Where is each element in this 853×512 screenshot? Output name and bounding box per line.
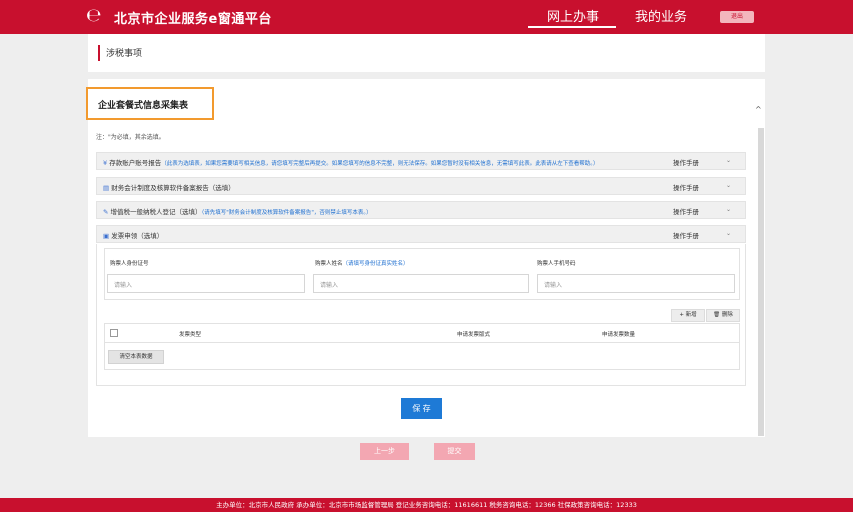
breadcrumb-accent-bar [98,45,100,61]
platform-title: 北京市企业服务e窗通平台 [114,12,272,27]
id-number-label: 购票人身份证号 [110,261,149,267]
required-note: 注："为必填，其余选填。 [96,134,165,141]
section-title: 发票申领（选填） [111,232,164,240]
section-title: 存款账户账号报告 [109,159,162,167]
add-row-button[interactable]: + 新增 [671,309,705,322]
breadcrumb-panel: 涉税事项 [88,34,765,72]
breadcrumb: 涉税事项 [106,49,143,59]
section-vat-registration[interactable]: ✎ 增值税一般纳税人登记（选填）（请先填写"财务会计制度及核算软件备案报告"，否… [96,201,746,219]
section-title: 财务会计制度及核算软件备案报告（选填） [111,184,235,192]
phone-input[interactable]: 请输入 [537,274,735,293]
platform-logo-icon: ℮ [86,5,102,26]
phone-label: 购票人手机号码 [537,261,576,267]
invoice-icon: ▣ [103,232,110,240]
submit-button[interactable]: 提交 [434,443,475,460]
column-invoice-format: 申请发票版式 [457,332,491,338]
manual-link[interactable]: 操作手册 [673,157,699,167]
edit-icon: ✎ [103,208,109,216]
logout-button[interactable]: 退出 [720,11,754,23]
chevron-down-icon[interactable]: ⌄ [726,157,731,164]
buyer-name-hint: （请填写身份证真实姓名） [342,261,409,267]
nav-my-business[interactable]: 我的业务 [626,6,696,25]
manual-link[interactable]: 操作手册 [673,182,699,192]
vertical-scrollbar[interactable] [758,128,764,436]
column-invoice-type: 发票类型 [179,332,202,338]
delete-row-button[interactable]: 🗑 删除 [706,309,740,322]
nav-active-indicator [528,26,616,28]
yuan-icon: ¥ [103,159,108,167]
buyer-name-input[interactable]: 请输入 [313,274,529,293]
column-invoice-quantity: 申请发票数量 [602,332,636,338]
section-deposit-account[interactable]: ¥ 存款账户账号报告（此表为选填表，如果您需要填写相关信息，请您填写完整后再提交… [96,152,746,170]
section-accounting-system[interactable]: ▤ 财务会计制度及核算软件备案报告（选填） 操作手册 ⌄ [96,177,746,195]
previous-step-button[interactable]: 上一步 [360,443,409,460]
footer-info: 主办单位：北京市人民政府 承办单位：北京市市场监督管理局 登记业务咨询电话：11… [0,498,853,512]
nav-online-affairs[interactable]: 网上办事 [530,6,616,25]
section-invoice-application[interactable]: ▣ 发票申领（选填） 操作手册 ⌄ [96,225,746,243]
manual-link[interactable]: 操作手册 [673,206,699,216]
clear-table-button[interactable]: 清空本表数据 [108,350,164,364]
select-all-checkbox[interactable] [110,329,118,337]
chevron-down-icon[interactable]: ⌄ [726,182,731,189]
buyer-name-label: 购票人姓名（请填写身份证真实姓名） [315,261,409,267]
save-button[interactable]: 保 存 [401,398,442,419]
table-header-divider [104,342,740,343]
chevron-down-icon[interactable]: ⌄ [726,206,731,213]
form-title: 企业套餐式信息采集表 [98,101,189,111]
scroll-up-icon[interactable]: ^ [755,105,762,114]
chevron-down-icon[interactable]: ⌄ [726,230,731,237]
manual-link[interactable]: 操作手册 [673,230,699,240]
document-icon: ▤ [103,184,110,192]
section-hint: （请先填写"财务会计制度及核算软件备案报告"，否则禁止填写本表。） [201,210,372,216]
id-number-input[interactable]: 请输入 [107,274,305,293]
section-hint: （此表为选填表，如果您需要填写相关信息，请您填写完整后再提交。如果您填写的信息不… [161,161,599,167]
section-title: 增值税一般纳税人登记（选填） [110,208,202,216]
